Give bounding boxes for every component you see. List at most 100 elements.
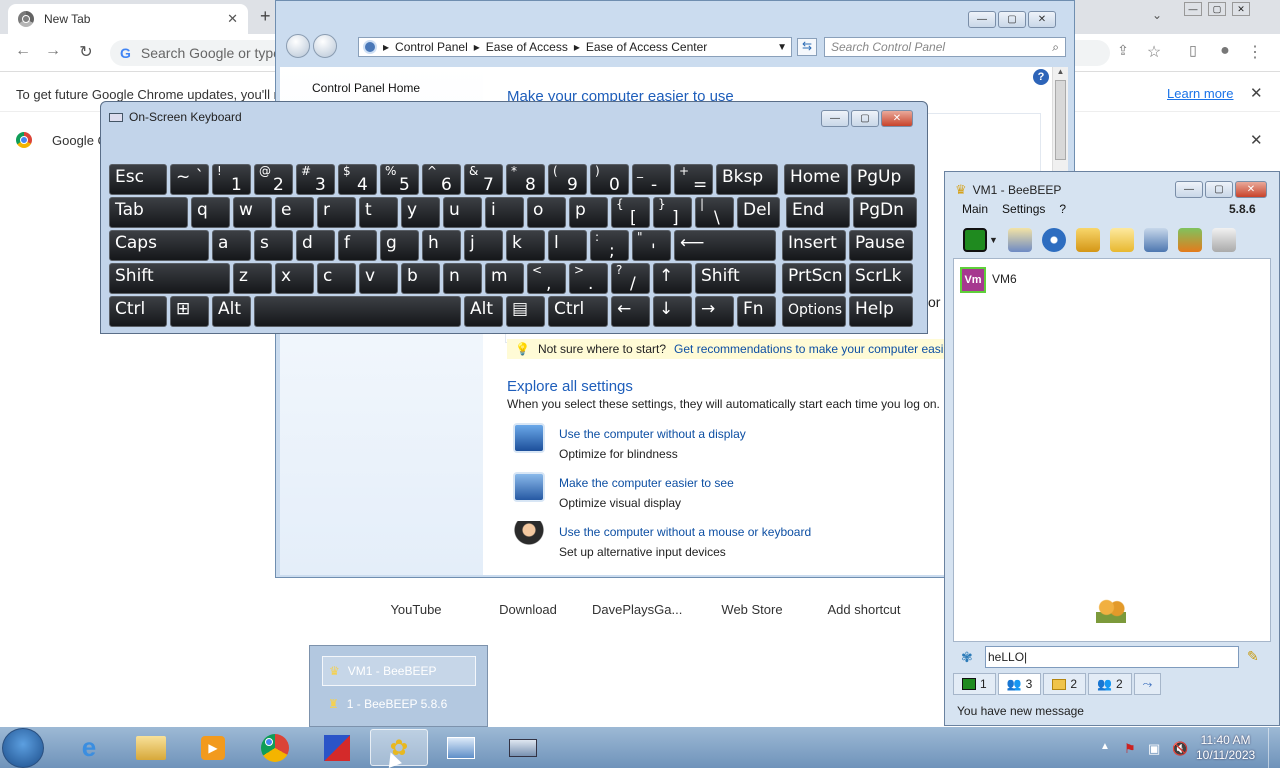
cp-address-bar[interactable]: ▸ Control Panel ▸ Ease of Access ▸ Ease … — [358, 37, 792, 57]
key-c[interactable]: c — [317, 263, 356, 294]
maximize-icon[interactable]: ▢ — [1205, 181, 1233, 198]
send-icon[interactable]: ✎ — [1247, 648, 1259, 665]
tab-history[interactable]: 👥 2 — [1088, 673, 1132, 695]
key-8[interactable]: * 8 — [506, 164, 545, 195]
breadcrumb-ease-center[interactable]: Ease of Access Center — [586, 40, 707, 54]
chrome-tab-new-tab[interactable]: New Tab ✕ — [8, 4, 248, 34]
key-pgup[interactable]: PgUp — [851, 164, 915, 195]
tools-icon[interactable] — [1143, 228, 1168, 252]
key-options[interactable]: Options — [782, 296, 846, 327]
close-infobar-icon[interactable]: ✕ — [1250, 84, 1263, 102]
key-pause[interactable]: Pause — [849, 230, 913, 261]
key-comma[interactable]: <, — [527, 263, 566, 294]
search-icon[interactable]: ⌕ — [1052, 38, 1059, 56]
start-button[interactable] — [2, 728, 44, 768]
key-backtick[interactable]: ~ ` — [170, 164, 209, 195]
popup-item-vm1[interactable]: ♛ VM1 - BeeBEEP — [322, 656, 476, 686]
key-l[interactable]: l — [548, 230, 587, 261]
key-alt-right[interactable]: Alt — [464, 296, 503, 327]
key-v[interactable]: v — [359, 263, 398, 294]
chrome-menu-icon[interactable]: ⋮ — [1244, 42, 1266, 62]
minimize-icon[interactable]: — — [968, 11, 996, 28]
key-b[interactable]: b — [401, 263, 440, 294]
side-panel-icon[interactable]: ▯ — [1182, 42, 1204, 59]
trash-icon[interactable] — [1211, 228, 1236, 252]
key-m[interactable]: m — [485, 263, 524, 294]
key-shift-left[interactable]: Shift — [109, 263, 230, 294]
close-icon[interactable]: ✕ — [1235, 181, 1267, 198]
key-caps[interactable]: Caps — [109, 230, 209, 261]
key-menu[interactable]: ▤ — [506, 296, 545, 327]
file-transfer-icon[interactable] — [1177, 228, 1202, 252]
tab-search-icon[interactable]: ⌄ — [1152, 8, 1162, 22]
minimize-icon[interactable]: — — [1175, 181, 1203, 198]
key-left-bracket[interactable]: {[ — [611, 197, 650, 228]
key-5[interactable]: % 5 — [380, 164, 419, 195]
close-default-bar-icon[interactable]: ✕ — [1250, 131, 1263, 149]
key-t[interactable]: t — [359, 197, 398, 228]
key-tab[interactable]: Tab — [109, 197, 188, 228]
shortcut-youtube[interactable]: YouTube — [376, 602, 456, 617]
key-j[interactable]: j — [464, 230, 503, 261]
system-clock[interactable]: 11:40 AM 10/11/2023 — [1196, 733, 1255, 763]
bookmark-star-icon[interactable]: ☆ — [1143, 42, 1165, 62]
key-period[interactable]: >. — [569, 263, 608, 294]
taskbar-app-cube[interactable] — [308, 729, 366, 766]
emoticon-icon[interactable]: ✾ — [961, 649, 973, 666]
message-input[interactable]: heLLO| — [985, 646, 1239, 668]
tab-chats[interactable]: 2 — [1043, 673, 1087, 695]
scroll-up-icon[interactable]: ▲ — [1053, 67, 1068, 76]
maximize-icon[interactable]: ▢ — [1208, 2, 1226, 16]
key-ctrl-right[interactable]: Ctrl — [548, 296, 608, 327]
tray-expand-icon[interactable]: ▲ — [1100, 741, 1110, 752]
setting-link[interactable]: Use the computer without a display — [559, 427, 746, 441]
key-4[interactable]: $4 — [338, 164, 377, 195]
key-fn[interactable]: Fn — [737, 296, 776, 327]
key-arrow-down[interactable]: ↓ — [653, 296, 692, 327]
key-z[interactable]: z — [233, 263, 272, 294]
profile-avatar-icon[interactable]: ● — [1214, 42, 1236, 60]
network-icon[interactable] — [1041, 228, 1066, 252]
key-0[interactable]: ) 0 — [590, 164, 629, 195]
status-dropdown-icon[interactable]: ▼ — [989, 235, 998, 245]
key-help[interactable]: Help — [849, 296, 913, 327]
forward-icon[interactable]: → — [42, 42, 64, 60]
key-7[interactable]: & 7 — [464, 164, 503, 195]
network-tray-icon[interactable]: ▣ — [1148, 741, 1160, 757]
key-quote[interactable]: " ' — [632, 230, 671, 261]
volume-muted-icon[interactable]: 🔇 — [1172, 741, 1188, 757]
taskbar-chrome[interactable] — [246, 729, 304, 766]
key-y[interactable]: y — [401, 197, 440, 228]
key-o[interactable]: o — [527, 197, 566, 228]
menu-main[interactable]: Main — [962, 202, 988, 222]
key-pgdn[interactable]: PgDn — [853, 197, 917, 228]
close-tab-icon[interactable]: ✕ — [227, 11, 238, 27]
key-scrlk[interactable]: ScrLk — [849, 263, 913, 294]
key-arrow-right[interactable]: → — [695, 296, 734, 327]
minimize-icon[interactable]: — — [1184, 2, 1202, 16]
key-w[interactable]: w — [233, 197, 272, 228]
vm-status-icon[interactable] — [963, 228, 987, 252]
tab-files[interactable]: ⤳ — [1133, 673, 1162, 695]
forward-icon[interactable] — [313, 34, 338, 58]
key-k[interactable]: k — [506, 230, 545, 261]
taskbar-explorer[interactable] — [122, 729, 180, 766]
user-name[interactable]: VM6 — [992, 272, 1017, 286]
key-q[interactable]: q — [191, 197, 230, 228]
key-2[interactable]: @2 — [254, 164, 293, 195]
key-9[interactable]: (9 — [548, 164, 587, 195]
key-esc[interactable]: Esc — [109, 164, 167, 195]
key-arrow-left[interactable]: ← — [611, 296, 650, 327]
back-icon[interactable] — [286, 34, 310, 58]
key-backslash[interactable]: | \ — [695, 197, 734, 228]
key-s[interactable]: s — [254, 230, 293, 261]
key-1[interactable]: ! 1 — [212, 164, 251, 195]
recommendations-link[interactable]: Get recommendations to make your compute… — [674, 342, 990, 356]
minimize-icon[interactable]: — — [821, 110, 849, 127]
group-icon[interactable] — [1075, 228, 1100, 252]
tab-groups[interactable]: 👥 3 — [997, 673, 1042, 695]
key-i[interactable]: i — [485, 197, 524, 228]
taskbar-osk[interactable] — [494, 729, 552, 766]
key-r[interactable]: r — [317, 197, 356, 228]
key-6[interactable]: ^ 6 — [422, 164, 461, 195]
